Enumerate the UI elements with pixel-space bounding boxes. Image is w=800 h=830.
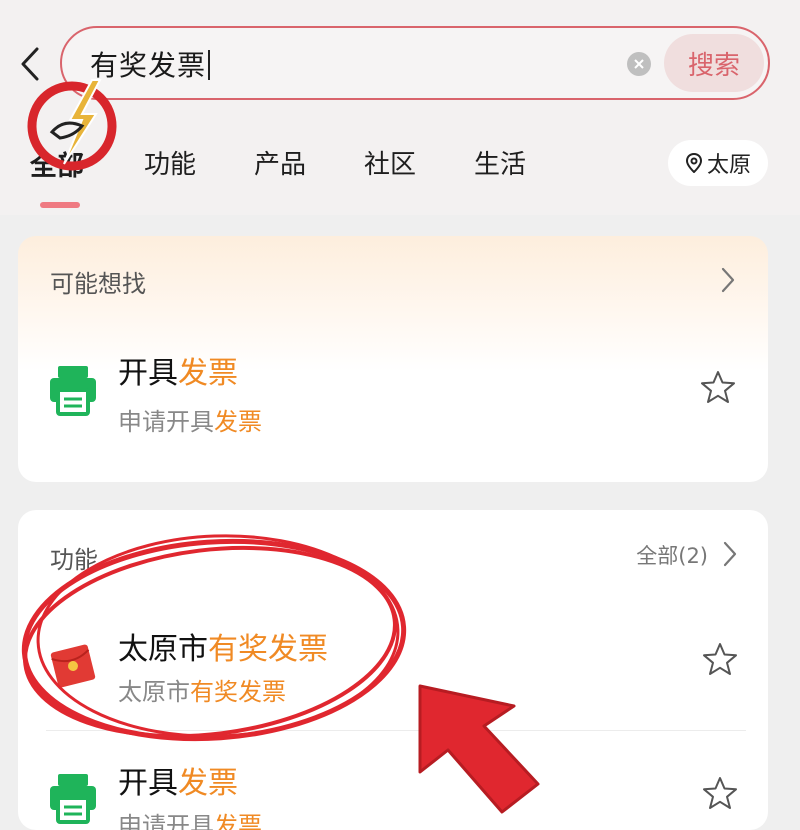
suggestion-item-subtitle: 申请开具发票 [118,402,262,437]
tab-products[interactable]: 产品 [254,144,306,181]
tab-life[interactable]: 生活 [474,144,526,181]
invoice-printer-icon [50,774,96,824]
subtitle-highlight: 发票 [214,408,262,436]
chevron-right-icon[interactable] [720,266,736,294]
location-pin-icon [685,153,702,173]
view-all-link[interactable]: 全部(2) [636,540,708,570]
active-tab-indicator [40,202,80,208]
function-item-title: 太原市有奖发票 [118,624,328,668]
title-plain: 太原市 [118,632,208,667]
function-item-subtitle: 申请开具发票 [118,806,262,830]
red-envelope-icon [50,644,96,688]
star-favorite-icon[interactable] [702,642,738,676]
function-item-subtitle: 太原市有奖发票 [118,672,286,707]
clear-icon [634,59,644,69]
location-button[interactable]: 太原 [668,140,768,186]
location-label: 太原 [706,153,751,178]
suggestion-card: 可能想找 开具发票 申请开具发票 [18,236,768,482]
functions-card: 功能 全部(2) 太原市有奖发票 太原市有奖发票 开具发票 申请开具发票 [18,510,768,830]
subtitle-highlight: 有奖发票 [190,678,286,706]
item-divider [46,730,746,731]
function-item-title: 开具发票 [118,758,238,802]
title-plain: 开具 [118,356,178,391]
search-box[interactable]: 有奖发票 搜索 [60,26,770,100]
tab-functions[interactable]: 功能 [144,144,196,181]
text-caret [208,50,211,80]
title-highlight: 有奖发票 [208,632,328,667]
title-plain: 开具 [118,766,178,801]
title-highlight: 发票 [178,356,238,391]
chevron-right-icon[interactable] [722,540,738,568]
subtitle-plain: 太原市 [118,678,190,706]
suggestion-card-title: 可能想找 [50,270,146,298]
star-favorite-icon[interactable] [700,370,736,404]
functions-card-title: 功能 [50,546,98,574]
tab-community[interactable]: 社区 [364,144,416,181]
title-highlight: 发票 [178,766,238,801]
subtitle-plain: 申请开具 [118,408,214,436]
suggestion-item-title: 开具发票 [118,348,238,392]
watermark-logo [27,79,117,171]
search-button[interactable]: 搜索 [664,34,764,92]
clear-button[interactable] [627,52,651,76]
star-favorite-icon[interactable] [702,776,738,810]
invoice-printer-icon [50,366,96,416]
